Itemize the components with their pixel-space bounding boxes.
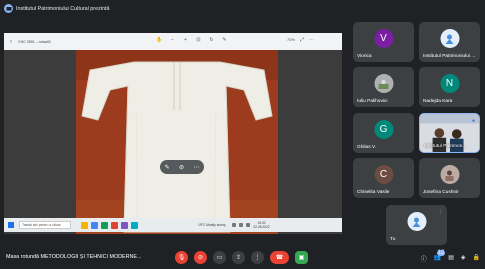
battery-icon[interactable] [245,223,250,227]
logo-icon [407,212,426,231]
avatar [374,74,393,93]
pin-icon[interactable]: ✎ [165,164,170,171]
zoom-out-icon[interactable]: − [169,37,176,43]
avatar: N [440,74,459,93]
taskbar-app-icon[interactable] [111,221,118,229]
participant-name: Josefina Cushnir [423,190,459,195]
participant-name: Viorica [357,54,372,59]
more-icon[interactable]: ⋯ [309,37,314,43]
windows-start-icon[interactable] [8,222,14,228]
windows-taskbar: Tastați aici pentru a căuta 19°C Mostly … [4,218,342,232]
more-icon[interactable]: ⋮ [438,209,443,215]
taskbar-app-icon[interactable] [81,221,88,229]
call-controls-bar: Masa rotundă METODOLOGII ȘI TEHNICI MODE… [0,247,485,269]
participant-tile[interactable]: N Nadejda Kara [419,67,480,107]
more-icon[interactable]: ⋮ [251,251,264,264]
participant-tile[interactable]: Institutul Patrimoniului ... [419,22,480,62]
shirt-photo [76,50,278,234]
participant-tile[interactable]: G Ghilas V. [353,113,414,153]
avatar: C [374,165,393,184]
fit-icon[interactable]: ⊡ [195,37,202,43]
taskbar-app-icon[interactable] [131,221,138,229]
mic-off-icon[interactable]: 🎙 [175,251,188,264]
participant-name: Tu [390,237,396,242]
zoom-in-icon[interactable]: + [182,37,189,43]
participant-name: Institutul Patrimon... [424,144,467,149]
hand-icon[interactable]: ✋ [156,37,163,43]
participant-name: Nadejda Kara [423,99,453,104]
fullscreen-icon[interactable]: ⤢ [300,37,304,43]
avatar: G [374,120,393,139]
present-icon [4,4,13,13]
taskbar-search[interactable]: Tastați aici pentru a căuta [19,221,71,229]
self-tile[interactable]: ⋮ Tu [386,205,447,245]
lock-icon[interactable]: 🔒 [473,254,480,263]
logo-icon [440,29,459,48]
clock-date: 02.06.2022 [253,225,270,229]
participant-name: Iuliu Palihovici [357,99,388,104]
presenting-banner: Institutul Patrimoniului Cultural prezin… [4,2,109,15]
people-count: 12 [436,250,446,256]
taskbar-weather: 19°C Mostly sunny [198,223,226,227]
participant-tile[interactable]: Josefina Cushnir [419,158,480,198]
presentation-toolbar: ‹ CHC 2891 – rotaall3 ✋ − + ⊡ ↻ ✎ 70% ⤢ … [4,33,342,50]
taskbar-app-icon[interactable] [91,221,98,229]
info-icon[interactable]: ⓘ [421,254,427,263]
presentation-title: CHC 2891 – rotaall3 [18,39,51,44]
taskbar-app-icon[interactable] [121,221,128,229]
taskbar-clock[interactable]: 15:30 02.06.2022 [254,221,270,229]
participant-tile[interactable]: C Chiselita Vasile [353,158,414,198]
unpin-icon[interactable]: ⊘ [179,164,184,171]
taskbar-app-icon[interactable] [101,221,108,229]
speaking-indicator-icon: ● [471,118,475,124]
present-icon[interactable]: ⇪ [232,251,245,264]
captions-icon[interactable]: ▭ [213,251,226,264]
activities-icon[interactable]: ◈ [461,254,466,263]
participant-tile[interactable]: Iuliu Palihovici [353,67,414,107]
participant-name: Chiselita Vasile [357,190,390,195]
tile-overlay-controls: ✎ ⊘ ⋯ [160,160,204,174]
edit-icon[interactable]: ✎ [221,37,228,43]
avatar [440,165,459,184]
system-tray [231,223,250,227]
end-call-icon[interactable]: ☎ [270,251,289,264]
chat-icon[interactable]: ▤ [448,254,454,263]
volume-icon[interactable] [238,223,243,227]
network-icon[interactable] [231,223,236,227]
meeting-title: Masa rotundă METODOLOGII ȘI TEHNICI MODE… [6,254,142,260]
participant-name: Ghilas V. [357,145,377,150]
participant-tile-active[interactable]: ● Institutul Patrimon... [419,113,480,153]
more-icon[interactable]: ⋯ [193,164,199,171]
activities-icon[interactable]: ▣ [295,251,308,264]
banner-text: Institutul Patrimoniului Cultural prezin… [16,5,110,12]
zoom-level[interactable]: 70% [287,37,295,43]
participant-name: Institutul Patrimoniului ... [423,54,476,59]
taskbar-apps [81,221,138,229]
people-icon[interactable]: 👥 12 [434,250,446,263]
back-icon[interactable]: ‹ [7,38,15,46]
participant-tile[interactable]: V Viorica [353,22,414,62]
rotate-icon[interactable]: ↻ [208,37,215,43]
presentation-stage[interactable]: ‹ CHC 2891 – rotaall3 ✋ − + ⊡ ↻ ✎ 70% ⤢ … [4,33,342,234]
camera-off-icon[interactable]: ⊘ [194,251,207,264]
avatar: V [374,29,393,48]
